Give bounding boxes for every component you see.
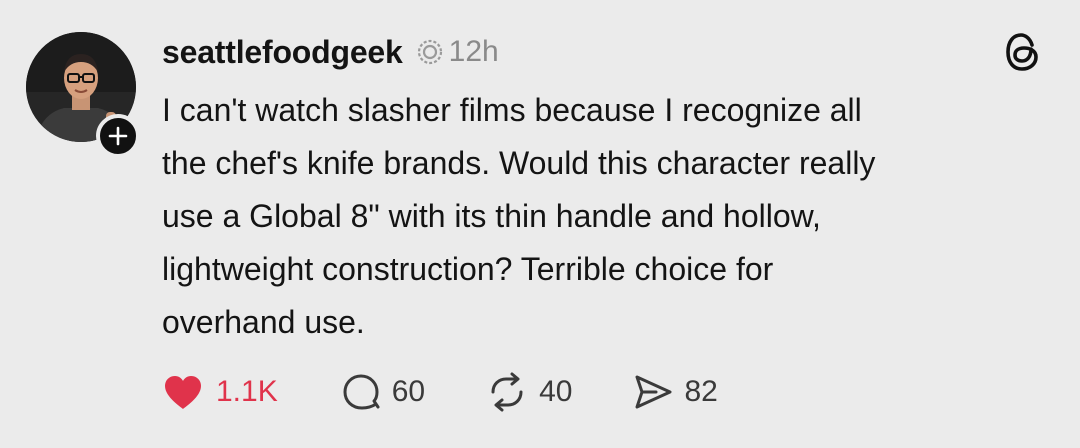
- like-count: 1.1K: [216, 375, 278, 408]
- threads-logo-icon[interactable]: [1002, 30, 1044, 74]
- reply-bubble-icon: [343, 374, 380, 410]
- post-timestamp: 12h: [448, 35, 499, 68]
- repost-button[interactable]: 40: [485, 372, 572, 412]
- plus-icon: [108, 126, 128, 146]
- repost-count: 40: [539, 375, 573, 408]
- post-header: seattlefoodgeek 12h: [162, 30, 499, 74]
- share-count: 82: [684, 375, 718, 408]
- heart-icon: [165, 376, 201, 409]
- share-button[interactable]: 82: [632, 372, 718, 412]
- like-button[interactable]: 1.1K: [162, 373, 278, 411]
- post-actions: 1.1K 60 40 82: [162, 370, 718, 414]
- avatar-container: [26, 32, 140, 158]
- threads-post: seattlefoodgeek 12h I can't watch slashe…: [0, 0, 1080, 448]
- share-send-icon: [635, 375, 672, 409]
- repost-icon: [491, 372, 523, 412]
- username[interactable]: seattlefoodgeek: [162, 34, 403, 71]
- verified-badge-icon: [417, 39, 443, 65]
- follow-button[interactable]: [96, 114, 140, 158]
- reply-count: 60: [391, 375, 426, 408]
- post-text: I can't watch slasher films because I re…: [162, 92, 876, 340]
- reply-button[interactable]: 60: [340, 372, 425, 412]
